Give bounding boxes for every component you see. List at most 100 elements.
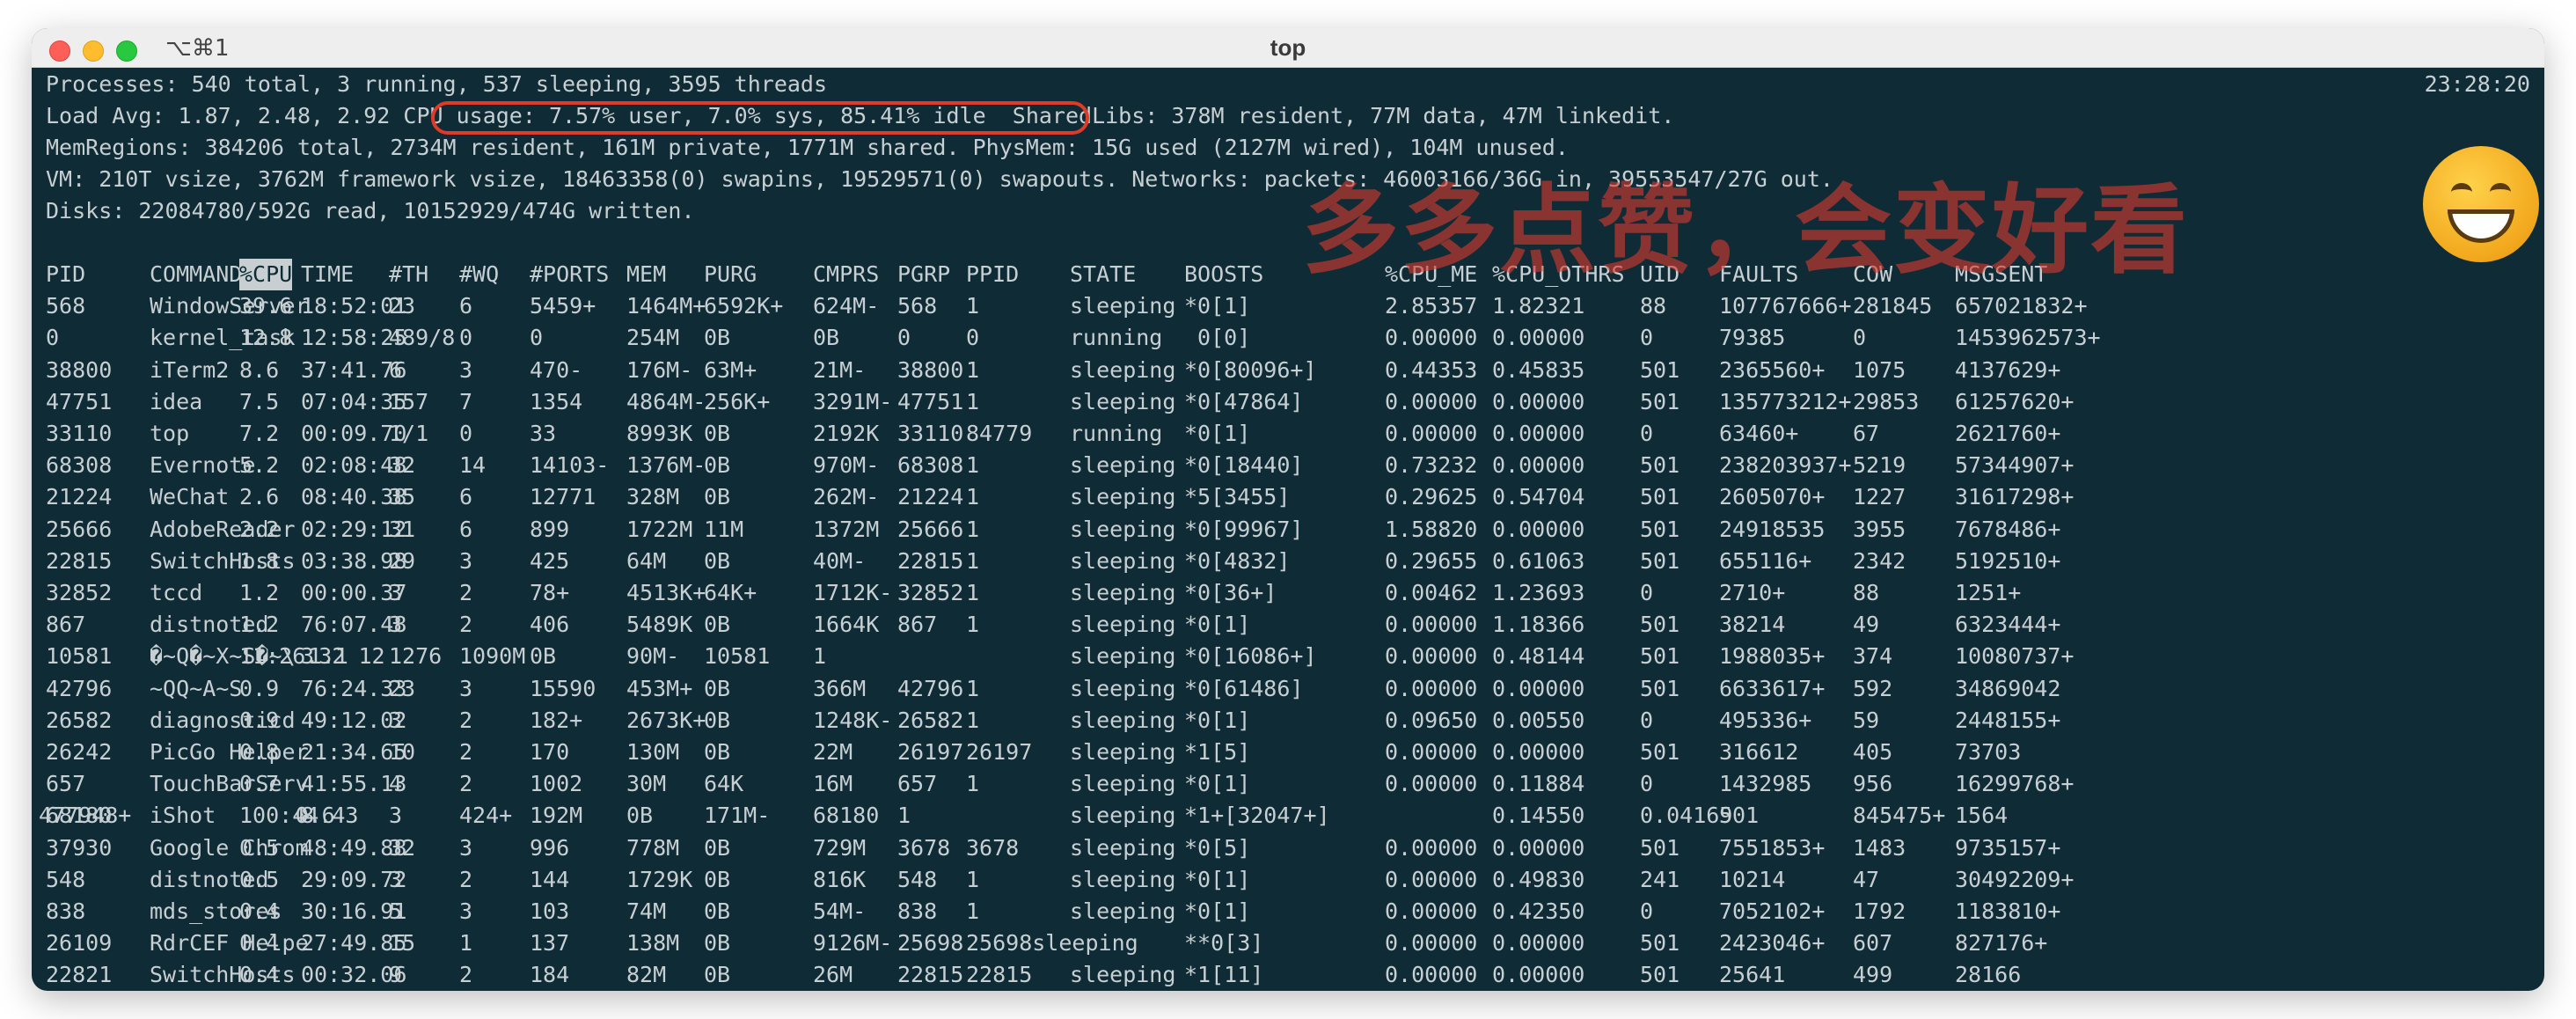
table-cell: 3	[389, 866, 403, 892]
table-cell: 6	[459, 484, 473, 510]
table-cell: 0.00000	[1385, 388, 1478, 414]
table-cell: 0.29655	[1385, 547, 1478, 574]
table-cell: 33110	[897, 421, 964, 446]
table-cell: 0.14550	[1492, 803, 1585, 829]
table-cell: 328M	[626, 484, 680, 510]
table-cell: 10214	[1719, 866, 1786, 892]
table-cell: 0	[1853, 325, 1867, 351]
table-cell: 0.4	[239, 898, 280, 924]
table-cell: 3678	[897, 834, 951, 861]
table-cell: 1792	[1853, 898, 1906, 924]
sharedlibs: SharedLibs: 378M resident, 77M data, 47M…	[1012, 103, 1675, 128]
table-cell: 3	[301, 643, 315, 670]
table-cell: 3	[389, 580, 403, 605]
table-cell: 1	[966, 516, 980, 542]
table-cell: 47751	[897, 388, 964, 414]
table-cell: 0.00000	[1492, 834, 1585, 861]
table-cell: 33110	[46, 421, 113, 446]
table-cell: 996	[530, 834, 570, 861]
table-cell: 1248K-	[813, 707, 893, 733]
table-cell: *0[4832]	[1184, 547, 1291, 574]
table-cell: 21224	[46, 484, 113, 510]
table-cell: 501	[1640, 834, 1680, 861]
table-cell: 38214	[1719, 612, 1786, 638]
table-cell: sleeping	[1070, 452, 1176, 479]
table-cell: 607	[1853, 930, 1893, 957]
table-cell: 0.8	[239, 739, 280, 765]
table-cell: 970M-	[813, 452, 880, 479]
table-cell: 2342	[1853, 547, 1906, 574]
table-cell: sleeping	[1070, 516, 1176, 542]
table-cell: 47	[1853, 866, 1880, 892]
table-cell: sleeping	[1070, 356, 1176, 383]
table-cell: 5	[389, 898, 403, 924]
table-cell: 3955	[1853, 516, 1906, 542]
column-header-mem: MEM	[626, 261, 667, 287]
table-cell: 25666	[897, 516, 964, 542]
table-cell: 374	[1853, 643, 1893, 670]
table-cell: sleeping	[1070, 643, 1176, 670]
table-cell: 2448155+	[1955, 707, 2061, 733]
table-cell: 26197	[966, 739, 1033, 765]
clock: 23:28:20	[2424, 71, 2530, 97]
table-cell: 657	[46, 771, 86, 797]
table-cell: running	[1070, 325, 1163, 351]
table-cell: 1.2	[239, 612, 280, 638]
table-cell: 0.5	[239, 866, 280, 892]
table-cell: 501	[1640, 739, 1680, 765]
table-cell: 21224	[897, 484, 964, 510]
table-cell: *1[11]	[1184, 962, 1264, 988]
table-cell: 0	[1640, 898, 1654, 924]
table-cell: 21M-	[813, 356, 867, 383]
table-cell: 2	[459, 739, 473, 765]
table-cell: 0B	[813, 325, 840, 351]
column-header-boosts: BOOSTS	[1184, 261, 1264, 287]
table-cell: *0[5]	[1184, 834, 1251, 861]
table-cell: sleeping	[1070, 484, 1176, 510]
table-cell: 1	[966, 580, 980, 605]
table-cell: 1	[966, 452, 980, 479]
table-cell: 26M	[813, 962, 853, 988]
table-cell: 548	[46, 866, 86, 892]
table-cell: 0B	[704, 547, 731, 574]
overlay-caption: 多多点赞，会变好看	[1302, 174, 2189, 287]
column-header-ports: #PORTS	[530, 261, 610, 287]
column-header-purg: PURG	[704, 261, 757, 287]
table-cell: 1183810+	[1955, 898, 2061, 924]
table-cell: 501	[1640, 547, 1680, 574]
table-cell: 22815	[46, 547, 113, 574]
table-cell: 838	[46, 898, 86, 924]
table-cell: 1	[966, 356, 980, 383]
table-cell: 657021832+	[1955, 293, 2088, 319]
table-cell: 9735157+	[1955, 834, 2061, 861]
table-cell: 73703	[1955, 739, 2022, 765]
table-cell: 1	[966, 707, 980, 733]
table-cell: 1.2	[239, 580, 280, 605]
table-cell: 0.00000	[1492, 739, 1585, 765]
terminal-window: ⌥⌘1 top Processes: 540 total, 3 running,…	[32, 28, 2544, 991]
table-cell: 2.2	[239, 516, 280, 542]
table-cell: sleeping	[1070, 707, 1176, 733]
table-cell: 10581	[46, 643, 113, 670]
table-cell: 477948+	[39, 803, 132, 829]
table-cell: 1.23693	[1492, 580, 1585, 605]
table-cell: 1354	[530, 388, 583, 414]
table-cell: 40M-	[813, 547, 867, 574]
table-cell: 88	[1853, 580, 1880, 605]
table-cell: 29853	[1853, 388, 1920, 414]
table-cell: 501	[1719, 803, 1760, 829]
table-cell: sleeping	[1070, 739, 1176, 765]
table-cell: 0B	[626, 803, 654, 829]
table-cell: 61257620+	[1955, 388, 2075, 414]
table-cell: 2.6	[239, 484, 280, 510]
table-cell: *0[61486]	[1184, 675, 1304, 701]
table-cell: 14103-	[530, 452, 610, 479]
table-cell: 9126M-	[813, 930, 893, 957]
table-cell: 405	[1853, 739, 1893, 765]
table-cell: 5.2	[239, 452, 280, 479]
table-cell: 1.82321	[1492, 293, 1585, 319]
table-cell: 6633617+	[1719, 675, 1826, 701]
table-cell: 0	[1640, 421, 1654, 446]
table-cell: 2710+	[1719, 580, 1786, 605]
load-average: Load Avg: 1.87, 2.48, 2.92	[46, 103, 404, 128]
